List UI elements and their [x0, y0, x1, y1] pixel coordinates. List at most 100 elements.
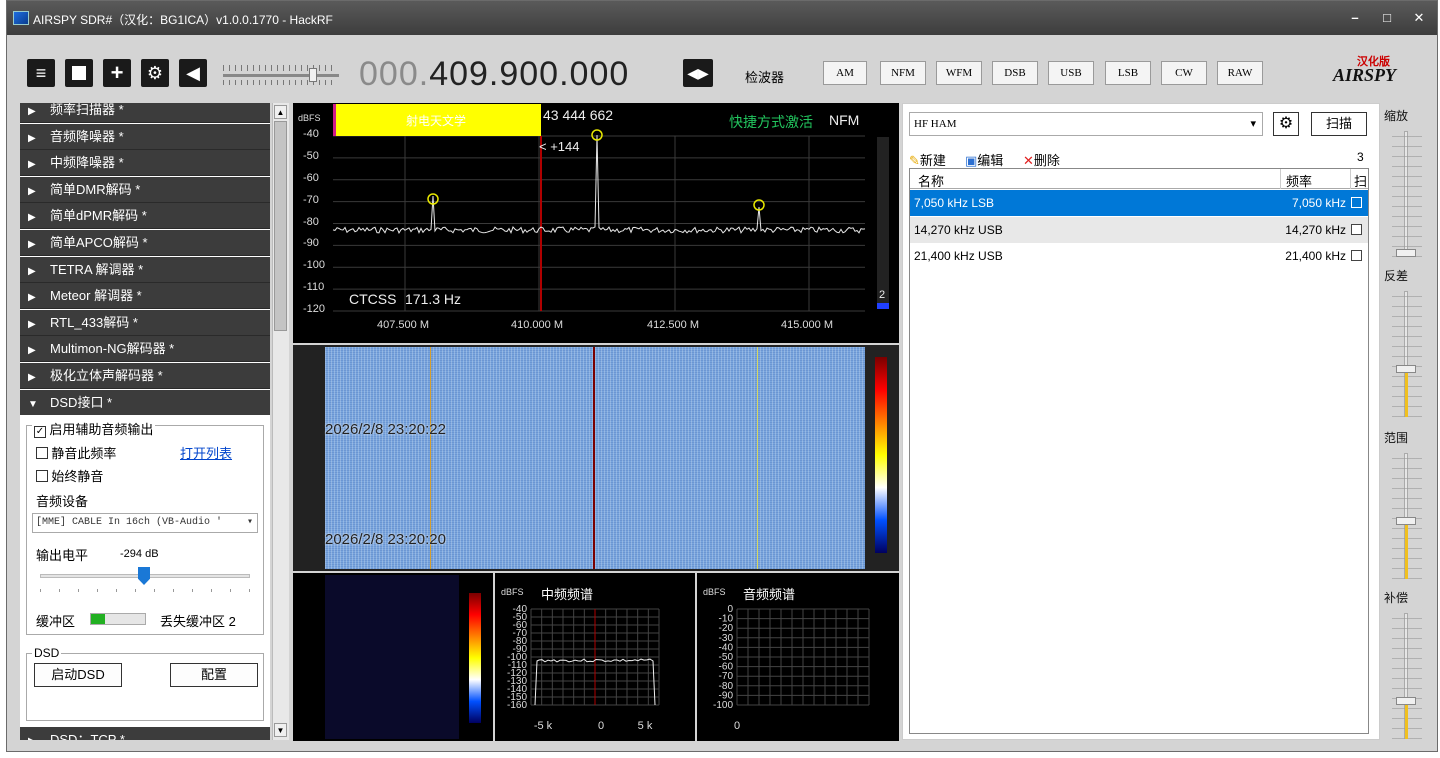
shortcut-label: 快捷方式激活 [729, 114, 813, 130]
mode-button-nfm[interactable]: NFM [880, 61, 926, 85]
scan-checkbox[interactable] [1351, 250, 1362, 261]
scroll-thumb[interactable] [274, 121, 287, 331]
main-window: AIRSPY SDR#（汉化：BG1ICA）v1.0.0.1770 - Hack… [6, 0, 1438, 752]
y-tick-label: -40 [303, 128, 319, 140]
x-tick-label: 415.000 M [781, 319, 833, 331]
scroll-down-icon[interactable]: ▼ [274, 723, 287, 737]
section-row[interactable]: ▶ TETRA 解调器 * [20, 256, 270, 283]
y-tick-label: -50 [303, 149, 319, 162]
audio-y-tick: -100 [713, 700, 733, 711]
chevron-right-icon: ▶ [28, 318, 36, 330]
mode-button-am[interactable]: AM [823, 61, 867, 85]
y-tick-label: -70 [303, 193, 319, 206]
config-button[interactable]: 配置 [170, 663, 258, 687]
scan-checkbox[interactable] [1351, 197, 1362, 208]
slider-thumb[interactable] [1396, 697, 1416, 705]
mode-button-cw[interactable]: CW [1161, 61, 1207, 85]
slider-thumb[interactable] [1396, 517, 1416, 525]
audio-device-select[interactable]: [MME] CABLE In 16ch (VB-Audio ' ▾ [32, 513, 258, 533]
section-label: 简单dPMR解码 * [50, 208, 147, 224]
col-name[interactable]: 名称 [918, 171, 944, 190]
section-label: 简单DMR解码 * [50, 181, 141, 197]
toolbar: ≡ + ⚙ ◀ 000.409.900.000 ◀▶ 检波器 AM NFM WFM D… [7, 35, 1437, 101]
chevron-right-icon: ▶ [28, 239, 36, 250]
mute-freq-checkbox[interactable]: 静音此频率 [36, 443, 116, 462]
stop-icon[interactable] [65, 59, 93, 87]
if-x-tick: 5 k [638, 720, 653, 732]
audio-x-tick: 0 [734, 720, 740, 732]
delete-button[interactable]: ✕删除 [1023, 150, 1060, 169]
table-row[interactable]: 14,270 kHz USB 14,270 kHz [910, 216, 1368, 243]
section-row[interactable]: ▶ Multimon-NG解码器 * [20, 336, 270, 363]
frequency-display[interactable]: 000.409.900.000 [359, 55, 629, 94]
chevron-right-icon: ▶ [28, 212, 36, 224]
section-row[interactable]: ▶ 频率扫描器 * [20, 103, 270, 123]
volume-slider[interactable] [223, 65, 341, 85]
settings-gear-icon[interactable]: ⚙ [1273, 112, 1299, 136]
table-row[interactable]: 7,050 kHz LSB 7,050 kHz [910, 190, 1368, 216]
sidebar-scrollbar[interactable]: ▲ ▼ [272, 103, 289, 740]
chevron-right-icon: ▶ [28, 159, 36, 171]
mode-button-wfm[interactable]: WFM [936, 61, 982, 85]
lost-buffer-value: 2 [228, 614, 236, 629]
section-row[interactable]: ▼ DSD接口 * [20, 389, 270, 416]
aux-audio-checkbox[interactable]: ✓ 启用辅助音频输出 [32, 419, 156, 438]
row-freq: 14,270 kHz [1285, 222, 1346, 237]
section-row[interactable]: ▶ RTL_433解码 * [20, 309, 270, 336]
close-button[interactable]: ✕ [1409, 10, 1429, 26]
slider-thumb[interactable] [1396, 365, 1416, 373]
offset-label: < +144 [539, 139, 580, 154]
mode-button-lsb[interactable]: LSB [1105, 61, 1151, 85]
spectrum-panel[interactable]: 射电天文学 dBFS 43 444 662 < +144 快捷方式激活 NFM … [293, 103, 899, 343]
bottom-left-panel [293, 573, 493, 741]
menu-icon[interactable]: ≡ [27, 59, 55, 87]
start-dsd-button[interactable]: 启动DSD [34, 663, 122, 687]
waterfall-time-2: 2026/2/8 23:20:20 [325, 531, 446, 548]
output-level-slider[interactable] [40, 565, 250, 595]
slider-label: 补偿 [1384, 591, 1409, 605]
open-list-link[interactable]: 打开列表 [180, 443, 232, 462]
edit-button[interactable]: ▣编辑 [965, 150, 1003, 169]
mode-button-raw[interactable]: RAW [1217, 61, 1263, 85]
plugin-sidebar: ▶ 频率扫描器 * ▶ 音频降噪器 * ▶ 中频降噪器 * ▶ 简单DMR解码 * ▶ 简单dPM… [20, 103, 270, 740]
y-tick-label: -120 [303, 303, 326, 315]
section-row[interactable]: ▶ 简单dPMR解码 * [20, 203, 270, 230]
freq-step-arrows-icon[interactable]: ◀▶ [683, 59, 713, 87]
speaker-icon[interactable]: ◀ [179, 59, 207, 87]
col-scan[interactable]: 扫 [1354, 171, 1367, 190]
always-mute-checkbox[interactable]: 始终静音 [36, 466, 103, 485]
section-label: 中频降噪器 * [50, 155, 124, 171]
mode-button-usb[interactable]: USB [1048, 61, 1094, 85]
section-dsd-tcp[interactable]: ▶DSD：TCP * [20, 727, 270, 740]
maximize-button[interactable]: □ [1377, 10, 1397, 26]
scan-checkbox[interactable] [1351, 223, 1362, 235]
y-tick-label: -80 [303, 215, 319, 228]
scan-button[interactable]: 扫描 [1311, 112, 1367, 136]
slider-thumb[interactable] [1396, 249, 1416, 257]
section-row[interactable]: ▶ 简单DMR解码 * [20, 176, 270, 203]
x-tick-label: 410.000 M [511, 319, 563, 331]
add-icon[interactable]: + [103, 59, 131, 87]
section-row[interactable]: ▶ 极化立体声解码器 * [20, 363, 270, 389]
mode-label: NFM [829, 112, 860, 128]
section-row[interactable]: ▶ 音频降噪器 * [20, 123, 270, 150]
chevron-down-icon: ▼ [28, 398, 38, 410]
waterfall-time-1: 2026/2/8 23:20:22 [325, 421, 446, 438]
mode-button-dsb[interactable]: DSB [992, 61, 1038, 85]
waterfall-panel[interactable]: 2026/2/8 23:20:22 2026/2/8 23:20:20 [293, 345, 899, 571]
minimize-button[interactable]: – [1345, 10, 1365, 26]
scroll-up-icon[interactable]: ▲ [274, 105, 287, 119]
group-select[interactable]: HF HAM ▾ [909, 112, 1263, 136]
gear-icon[interactable]: ⚙ [141, 59, 169, 87]
title-bar[interactable]: AIRSPY SDR#（汉化：BG1ICA）v1.0.0.1770 - Hack… [7, 1, 1437, 35]
new-button[interactable]: ✎新建 [909, 150, 946, 169]
section-row[interactable]: ▶ Meteor 解调器 * [20, 283, 270, 310]
table-row[interactable]: 21,400 kHz USB 21,400 kHz [910, 243, 1368, 269]
if-y-tick: -160 [507, 700, 527, 711]
section-row[interactable]: ▶ 简单APCO解码 * [20, 230, 270, 256]
section-row[interactable]: ▶ 中频降噪器 * [20, 150, 270, 177]
section-label: 简单APCO解码 * [50, 235, 148, 250]
audio-spectrum-plot: 0-10-20-30-40-50-60-70-80-90-1000 [713, 604, 870, 732]
col-freq[interactable]: 频率 [1286, 171, 1312, 190]
section-label: RTL_433解码 * [50, 314, 138, 330]
